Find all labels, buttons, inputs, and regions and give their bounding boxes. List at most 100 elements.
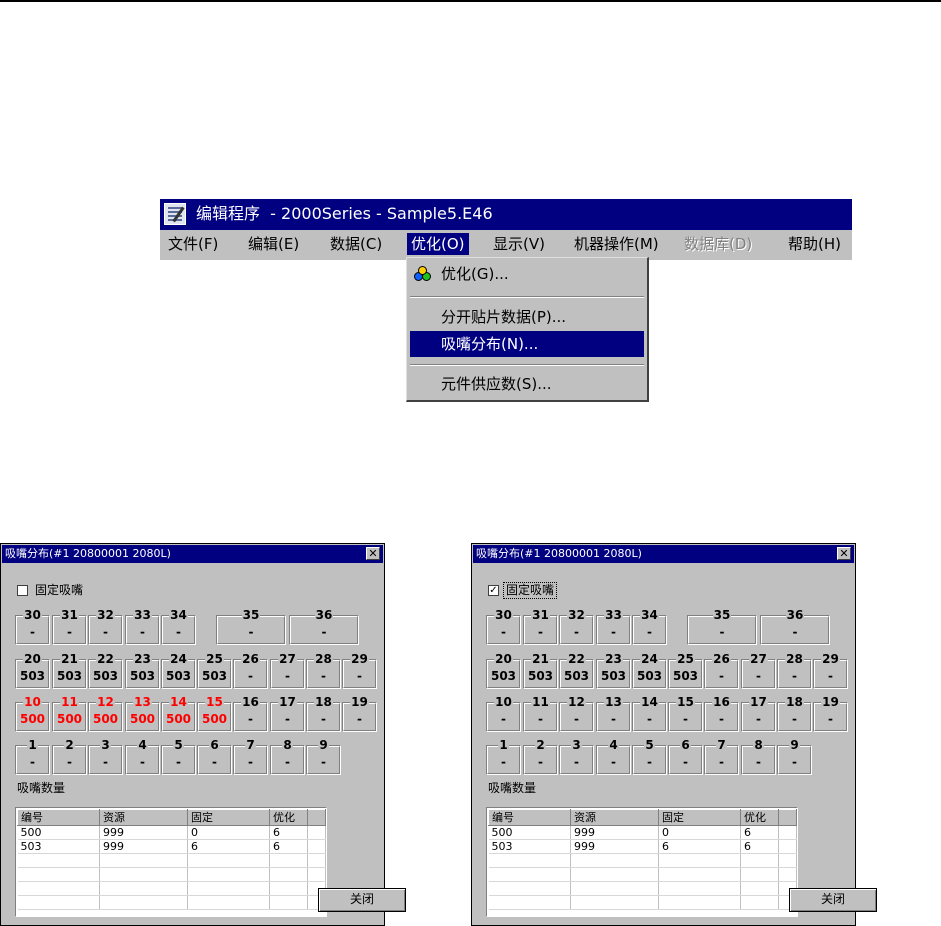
dropdown-item-optimize[interactable]: 优化(G)... [410, 261, 644, 287]
menu-edit[interactable]: 编辑(E) [244, 233, 303, 255]
nozzle-number-text: 29 [350, 652, 369, 666]
close-icon[interactable]: ✕ [366, 547, 380, 560]
nozzle-slot-36: 36 - [289, 608, 359, 645]
table-row[interactable]: 500 999 0 6 [17, 825, 326, 840]
fix-nozzle-label[interactable]: 固定吸嘴 [502, 582, 558, 599]
nozzle-slot-value: 503 [490, 669, 517, 683]
fix-nozzle-checkbox[interactable]: ✓ [488, 585, 499, 596]
menu-file[interactable]: 文件(F) [164, 233, 222, 255]
nozzle-slot-number: 14 [161, 695, 196, 709]
table-cell [488, 881, 571, 896]
table-header-cell[interactable]: 优化 [269, 809, 308, 826]
menu-data[interactable]: 数据(C) [326, 233, 386, 255]
nozzle-slot-number: 36 [289, 608, 359, 622]
menu-view[interactable]: 显示(V) [489, 233, 549, 255]
table-header-cell[interactable]: 固定 [658, 809, 741, 826]
nozzle-slot-value: - [501, 755, 506, 769]
table-cell [658, 881, 741, 896]
table-cell [99, 881, 188, 896]
nozzle-slot-value: - [719, 625, 725, 639]
nozzle-slot-10: 10 - [486, 695, 521, 732]
nozzle-slot-20: 20 503 [15, 652, 50, 689]
table-row[interactable] [488, 867, 797, 882]
dropdown-separator [410, 296, 644, 298]
nozzle-slot-number: 35 [216, 608, 286, 622]
nozzle-number-text: 10 [23, 695, 42, 709]
dropdown-item-label: 元件供应数(S)... [441, 375, 552, 393]
nozzle-slot-number: 5 [161, 738, 196, 752]
nozzle-slot-number: 31 [523, 608, 558, 622]
table-row[interactable] [17, 881, 326, 896]
nozzle-count-table[interactable]: 编号 资源 固定 优化 500 999 0 6 503 999 6 6 [15, 807, 327, 917]
table-cell [17, 895, 100, 910]
table-cell [269, 895, 308, 910]
dropdown-item-feeder-count[interactable]: 元件供应数(S)... [410, 371, 644, 397]
table-cell [307, 867, 326, 882]
table-header-cell[interactable]: 优化 [740, 809, 779, 826]
nozzle-slot-number: 11 [523, 695, 558, 709]
dropdown-separator [410, 364, 644, 366]
nozzle-slot-value: - [756, 755, 761, 769]
table-cell: 999 [570, 825, 659, 840]
table-header-cell[interactable]: 资源 [570, 809, 659, 826]
fix-nozzle-label[interactable]: 固定吸嘴 [33, 583, 85, 598]
table-header-spacer [778, 809, 797, 826]
nozzle-number-text: 21 [531, 652, 550, 666]
nozzle-count-label: 吸嘴数量 [17, 781, 66, 795]
table-row[interactable]: 503 999 6 6 [17, 839, 326, 854]
nozzle-number-text: 32 [567, 608, 586, 622]
nozzle-slot-number: 16 [704, 695, 739, 709]
table-row[interactable] [488, 895, 797, 910]
nozzle-dialog-fixed: 吸嘴分布(#1 20800001 2080L) ✕ ✓ 固定吸嘴 30-31-32-33… [471, 543, 877, 926]
menu-machine[interactable]: 机器操作(M) [570, 233, 663, 255]
nozzle-slot-number: 17 [270, 695, 305, 709]
nozzle-slot-value: 500 [56, 712, 83, 726]
nozzle-slot-4: 4- [596, 738, 631, 775]
nozzle-slot-32: 32 - [559, 608, 594, 645]
nozzle-number-text: 3 [100, 738, 111, 752]
nozzle-slot-value: - [67, 625, 72, 639]
table-row[interactable] [488, 881, 797, 896]
nozzle-slot-25: 25 503 [668, 652, 703, 689]
dropdown-item-nozzle-distribution[interactable]: 吸嘴分布(N)... [410, 331, 644, 357]
nozzle-slot-31: 31 - [523, 608, 558, 645]
nozzle-slot-number: 28 [306, 652, 341, 666]
table-cell [658, 895, 741, 910]
fix-nozzle-checkbox[interactable] [17, 585, 28, 596]
table-header-cell[interactable]: 固定 [187, 809, 270, 826]
table-cell: 6 [740, 839, 779, 854]
nozzle-slot-12: 12 500 [88, 695, 123, 732]
nozzle-slot-number: 26 [704, 652, 739, 666]
nozzle-slot-30: 30 - [15, 608, 50, 645]
nozzle-slot-number: 32 [88, 608, 123, 622]
dropdown-item-split-data[interactable]: 分开贴片数据(P)... [410, 304, 644, 330]
close-icon[interactable]: ✕ [837, 547, 851, 560]
nozzle-slot-7: 7- [704, 738, 739, 775]
table-row[interactable]: 503 999 6 6 [488, 839, 797, 854]
table-row[interactable]: 500 999 0 6 [488, 825, 797, 840]
table-row[interactable] [488, 853, 797, 868]
nozzle-slot-number: 33 [596, 608, 631, 622]
nozzle-count-table[interactable]: 编号 资源 固定 优化 500 999 0 6 503 999 6 6 [486, 807, 798, 917]
nozzle-slot-number: 11 [52, 695, 87, 709]
table-cell [570, 895, 659, 910]
table-row[interactable] [17, 853, 326, 868]
nozzle-number-text: 6 [209, 738, 220, 752]
table-row[interactable] [17, 867, 326, 882]
nozzle-number-text: 23 [133, 652, 152, 666]
close-button[interactable]: 关闭 [318, 888, 406, 912]
table-row[interactable] [17, 895, 326, 910]
nozzle-slot-number: 15 [668, 695, 703, 709]
nozzle-slot-value: - [683, 712, 688, 726]
table-header-cell[interactable]: 资源 [99, 809, 188, 826]
table-header-cell[interactable]: 编号 [488, 809, 571, 826]
menu-optimize[interactable]: 优化(O) [407, 233, 469, 255]
menu-help[interactable]: 帮助(H) [784, 233, 845, 255]
table-header-cell[interactable]: 编号 [17, 809, 100, 826]
nozzle-slot-value: - [248, 712, 253, 726]
table-cell [740, 853, 779, 868]
nozzle-slot-number: 12 [88, 695, 123, 709]
nozzle-slot-value: - [538, 625, 543, 639]
nozzle-slot-number: 32 [559, 608, 594, 622]
close-button[interactable]: 关闭 [789, 888, 877, 912]
